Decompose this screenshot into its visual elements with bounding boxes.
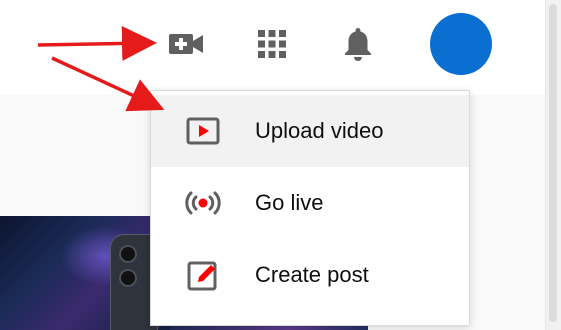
menu-item-go-live[interactable]: Go live xyxy=(151,167,469,239)
notifications-button[interactable] xyxy=(336,22,380,66)
account-avatar[interactable] xyxy=(430,13,492,75)
create-menu: Upload video Go live Create post xyxy=(150,90,470,326)
camera-lens xyxy=(119,245,137,263)
upload-video-icon xyxy=(179,111,227,151)
menu-item-upload-video[interactable]: Upload video xyxy=(151,95,469,167)
apps-grid-icon xyxy=(258,30,286,58)
go-live-icon xyxy=(179,183,227,223)
apps-button[interactable] xyxy=(250,22,294,66)
menu-item-label: Go live xyxy=(255,190,324,215)
menu-item-label: Create post xyxy=(255,262,369,287)
create-post-icon xyxy=(179,255,227,295)
menu-item-label: Upload video xyxy=(255,118,384,143)
create-button[interactable] xyxy=(164,22,208,66)
scrollbar-thumb[interactable] xyxy=(549,4,557,322)
video-thumbnail[interactable] xyxy=(0,216,170,330)
create-video-icon xyxy=(169,34,203,54)
notifications-bell-icon xyxy=(345,28,371,61)
camera-lens xyxy=(119,269,137,287)
menu-item-create-post[interactable]: Create post xyxy=(151,239,469,311)
